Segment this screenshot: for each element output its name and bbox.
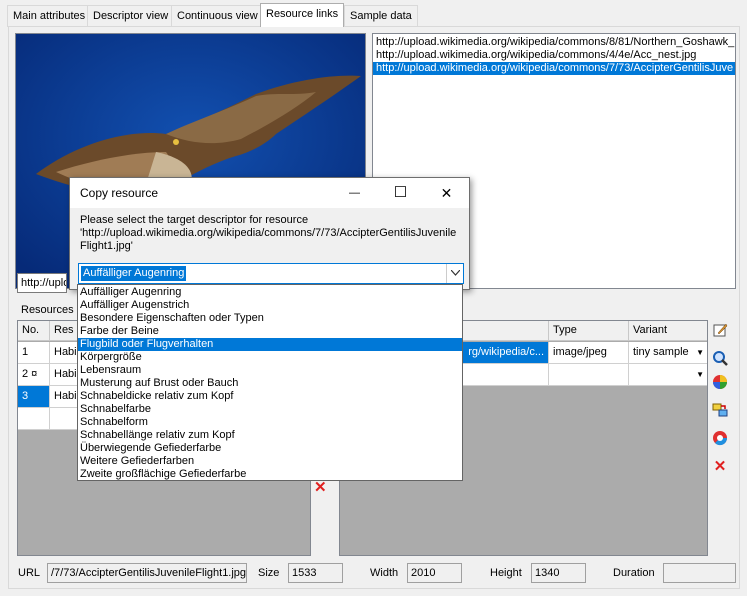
dropdown-option[interactable]: Lebensraum	[78, 364, 462, 377]
dropdown-option[interactable]: Schnabeldicke relativ zum Kopf	[78, 390, 462, 403]
dropdown-option-highlighted[interactable]: Flugbild oder Flugverhalten	[78, 338, 462, 351]
descriptor-select-value: Auffälliger Augenring	[81, 266, 187, 281]
new-resource-variant[interactable]: ▼	[629, 364, 707, 386]
dropdown-option[interactable]: Auffälliger Augenring	[78, 286, 462, 299]
url-input[interactable]: http://uplo	[17, 273, 67, 293]
new-resource-type[interactable]	[549, 364, 629, 386]
column-header-variant[interactable]: Variant	[629, 321, 707, 341]
height-label: Height	[490, 567, 522, 579]
dropdown-option[interactable]: Zweite großflächige Gefiederfarbe	[78, 468, 462, 480]
size-label: Size	[258, 567, 280, 579]
copy-resource-dialog: Copy resource — ☐ ✕ Please select the ta…	[69, 177, 470, 290]
chevron-down-icon[interactable]: ▼	[696, 364, 704, 385]
duration-field[interactable]	[663, 563, 736, 583]
delete-icon[interactable]: ✕	[711, 458, 729, 476]
column-header-no[interactable]: No.	[18, 321, 50, 341]
maximize-icon[interactable]: ☐	[378, 178, 423, 208]
dropdown-option[interactable]: Weitere Gefiederfarben	[78, 455, 462, 468]
url-label: URL	[18, 567, 41, 579]
resource-type-cell[interactable]: image/jpeg	[549, 342, 629, 364]
dropdown-option[interactable]: Schnabelfarbe	[78, 403, 462, 416]
row-number[interactable]: 1	[18, 342, 50, 364]
dropdown-option[interactable]: Überwiegende Gefiederfarbe	[78, 442, 462, 455]
descriptor-select[interactable]: Auffälliger Augenring	[78, 263, 464, 284]
tab-continuous-view[interactable]: Continuous view	[171, 5, 264, 26]
url-list-item-selected[interactable]: http://upload.wikimedia.org/wikipedia/co…	[373, 62, 735, 75]
resources-label: Resources	[21, 304, 74, 316]
color-wheel-icon[interactable]	[711, 374, 729, 392]
descriptor-dropdown-list[interactable]: Auffälliger Augenring Auffälliger Augens…	[77, 284, 463, 481]
dropdown-option[interactable]: Besondere Eigenschaften oder Typen	[78, 312, 462, 325]
minimize-icon[interactable]: —	[332, 178, 377, 208]
column-header-type[interactable]: Type	[549, 321, 629, 341]
url-list-item[interactable]: http://upload.wikimedia.org/wikipedia/co…	[373, 36, 735, 49]
variant-value: tiny sample	[633, 346, 689, 358]
tab-sample-data[interactable]: Sample data	[344, 5, 418, 26]
dropdown-option[interactable]: Auffälliger Augenstrich	[78, 299, 462, 312]
dropdown-option[interactable]: Schnabellänge relativ zum Kopf	[78, 429, 462, 442]
row-number[interactable]: 2 ¤	[18, 364, 50, 386]
width-field[interactable]: 2010	[407, 563, 462, 583]
height-field[interactable]: 1340	[531, 563, 586, 583]
dropdown-option[interactable]: Farbe der Beine	[78, 325, 462, 338]
tab-main-attributes[interactable]: Main attributes	[7, 5, 92, 26]
browser-icon[interactable]	[711, 430, 729, 448]
dialog-title: Copy resource	[80, 186, 159, 200]
resource-variant-cell[interactable]: tiny sample ▼	[629, 342, 707, 364]
dropdown-option[interactable]: Körpergröße	[78, 351, 462, 364]
chevron-down-icon[interactable]: ▼	[696, 342, 704, 363]
search-icon[interactable]	[711, 350, 729, 368]
dialog-message-line2: 'http://upload.wikimedia.org/wikipedia/c…	[80, 227, 457, 239]
dialog-message-line3: Flight1.jpg'	[80, 240, 133, 252]
chevron-down-icon[interactable]	[446, 264, 463, 283]
url-list-item[interactable]: http://upload.wikimedia.org/wikipedia/co…	[373, 49, 735, 62]
row-number-selected[interactable]: 3	[18, 386, 50, 408]
copy-resource-icon[interactable]	[711, 402, 729, 420]
url-field[interactable]: /7/73/AccipterGentilisJuvenileFlight1.jp…	[47, 563, 247, 583]
tab-resource-links[interactable]: Resource links	[260, 3, 345, 27]
dialog-message-line1: Please select the target descriptor for …	[80, 214, 309, 226]
close-icon[interactable]: ✕	[424, 178, 469, 208]
size-field[interactable]: 1533	[288, 563, 343, 583]
dropdown-option[interactable]: Musterung auf Brust oder Bauch	[78, 377, 462, 390]
width-label: Width	[370, 567, 399, 579]
dropdown-option[interactable]: Schnabelform	[78, 416, 462, 429]
edit-icon[interactable]	[711, 322, 729, 340]
duration-label: Duration	[613, 567, 655, 579]
new-row[interactable]	[18, 408, 50, 430]
dialog-titlebar: Copy resource — ☐ ✕	[70, 178, 469, 208]
tab-descriptor-view[interactable]: Descriptor view	[87, 5, 175, 26]
